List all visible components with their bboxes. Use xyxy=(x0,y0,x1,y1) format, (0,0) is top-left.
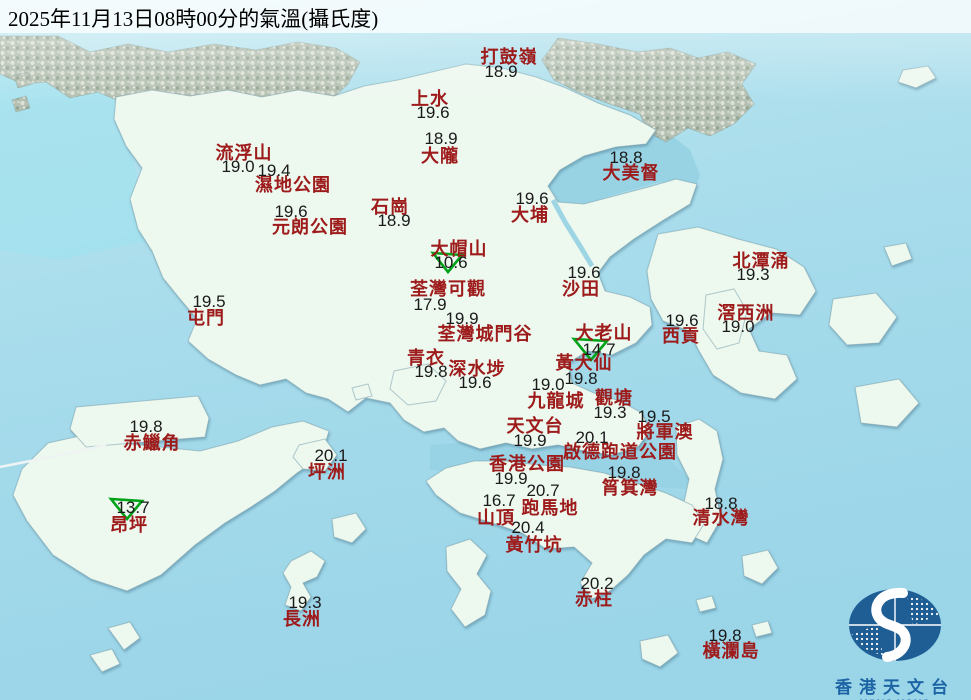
station-temperature-value: 10.6 xyxy=(434,253,468,272)
station-temperature-value: 19.3 xyxy=(288,593,322,612)
station-temperature-value: 18.9 xyxy=(424,129,458,148)
hko-emblem-icon xyxy=(849,587,941,662)
station-temperature-value: 20.2 xyxy=(580,574,614,593)
station-temperature-value: 19.8 xyxy=(708,626,742,645)
station-temperature-value: 19.4 xyxy=(257,161,291,180)
station-temperature-value: 18.9 xyxy=(484,62,518,81)
station-temperature-value: 18.9 xyxy=(377,211,411,230)
station-temperature-value: 19.9 xyxy=(445,309,479,328)
station-temperature-value: 19.0 xyxy=(721,317,755,336)
station-temperature-value: 19.0 xyxy=(531,375,565,394)
station-temperature-value: 19.0 xyxy=(221,157,255,176)
station-temperature-value: 16.7 xyxy=(482,491,516,510)
station-temperature-value: 18.8 xyxy=(609,148,643,167)
station-temperature-value: 20.4 xyxy=(511,518,545,537)
station-temperature-value: 19.6 xyxy=(274,202,308,221)
station-temperature-value: 19.3 xyxy=(593,403,627,422)
station-temperature-value: 19.8 xyxy=(129,417,163,436)
station-temperature-value: 19.6 xyxy=(567,263,601,282)
station-temperature-value: 19.8 xyxy=(564,369,598,388)
station-temperature-value: 20.1 xyxy=(314,446,348,465)
station-temperature-value: 19.3 xyxy=(736,265,770,284)
hko-logo-chinese-text: 香港天文台 xyxy=(835,678,955,697)
station-temperature-value: 13.7 xyxy=(116,498,150,517)
station-temperature-value: 20.1 xyxy=(575,428,609,447)
station-temperature-value: 19.9 xyxy=(513,431,547,450)
station-temperature-value: 19.8 xyxy=(607,463,641,482)
station-temperature-value: 19.5 xyxy=(637,407,671,426)
station-temperature-value: 17.9 xyxy=(413,295,447,314)
station-temperature-value: 19.9 xyxy=(494,469,528,488)
station-temperature-value: 20.7 xyxy=(526,481,560,500)
hko-logo: 香港天文台 HONG KONG OBSERVATORY xyxy=(822,586,968,700)
weather-temperature-map-screen: 2025年11月13日08時00分的氣溫(攝氏度) 打鼓嶺 18.9 上水 19.6 大… xyxy=(0,0,971,700)
station-temperature-value: 19.6 xyxy=(515,189,549,208)
station-temperature-value: 19.6 xyxy=(665,311,699,330)
station-temperature-value: 19.6 xyxy=(416,103,450,122)
station-temperature-value: 19.6 xyxy=(458,373,492,392)
station-temperature-value: 19.5 xyxy=(192,292,226,311)
station-temperature-value: 19.8 xyxy=(414,362,448,381)
station-temperature-value: 18.8 xyxy=(704,494,738,513)
